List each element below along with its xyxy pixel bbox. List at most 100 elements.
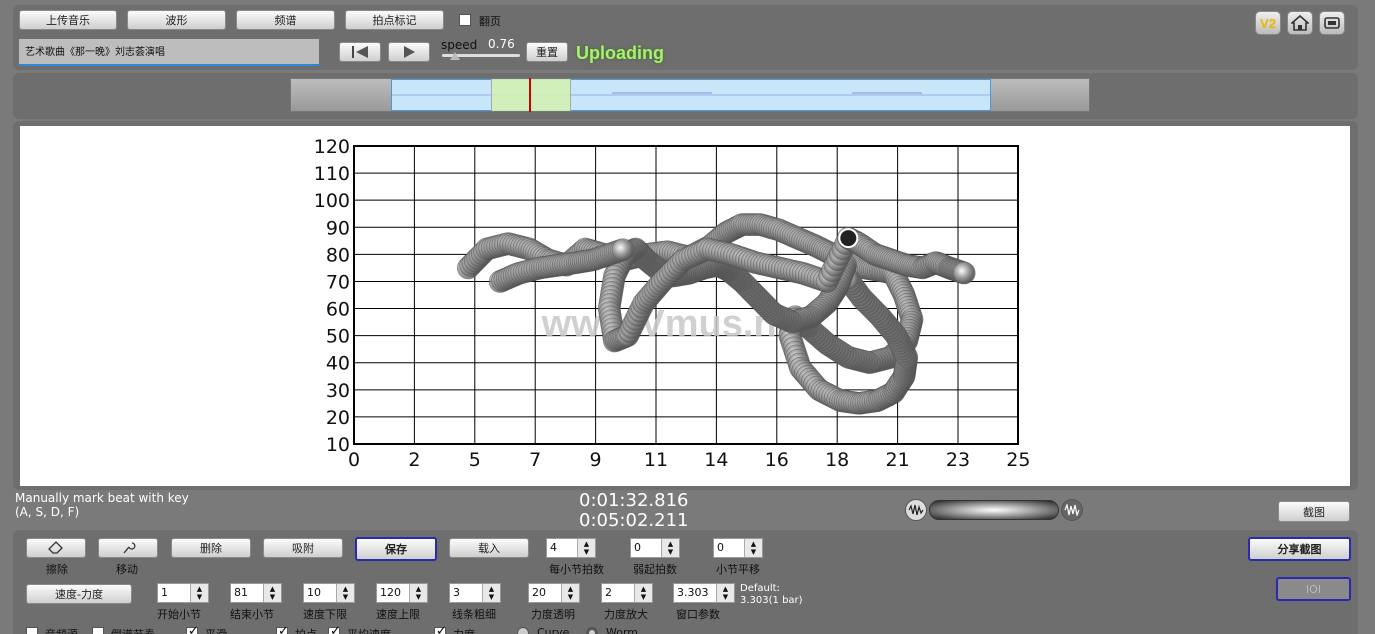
- cepstrum-checkbox[interactable]: [92, 627, 104, 634]
- spectrum-button[interactable]: 频谱: [236, 10, 335, 30]
- default-line-1: Default:: [740, 583, 780, 594]
- overview-visible-region[interactable]: [391, 79, 991, 111]
- line-width-stepper[interactable]: 3 ▲ ▼: [449, 583, 501, 603]
- load-button[interactable]: 载入: [449, 538, 529, 558]
- eraser-icon: [48, 541, 63, 554]
- overview-track[interactable]: [290, 78, 1090, 112]
- beat-label: 拍点: [295, 626, 317, 634]
- window-param-stepper[interactable]: 3.303 ▲ ▼: [673, 583, 735, 603]
- dynamic-checkbox[interactable]: [434, 624, 447, 634]
- start-bar-label: 开始小节: [157, 608, 201, 621]
- y-tick-label: 10: [326, 434, 350, 456]
- play-button[interactable]: [388, 42, 430, 62]
- end-bar-label: 结束小节: [230, 608, 274, 621]
- tempo-min-stepper[interactable]: 10 ▲ ▼: [303, 583, 355, 603]
- upload-music-button[interactable]: 上传音乐: [19, 10, 117, 30]
- x-tick-label: 25: [1006, 449, 1030, 471]
- beats-per-bar-stepper[interactable]: 4 ▲ ▼: [546, 538, 596, 558]
- x-tick-label: 23: [946, 449, 970, 471]
- y-tick-label: 70: [326, 271, 350, 293]
- fullscreen-button[interactable]: [1319, 11, 1345, 35]
- save-button[interactable]: 保存: [355, 537, 437, 561]
- song-title-text: 艺术歌曲《那一晚》刘志荟演唱: [25, 47, 165, 58]
- x-tick-label: 18: [825, 449, 849, 471]
- plot-frame: [353, 145, 1019, 445]
- audio-source-checkbox[interactable]: [26, 627, 38, 634]
- avg-tempo-label: 平均速度: [347, 626, 391, 634]
- page-turn-checkbox[interactable]: [459, 14, 471, 26]
- window-param-label: 窗口参数: [676, 608, 720, 621]
- audio-source-label: 音频源: [45, 626, 78, 634]
- smooth-checkbox[interactable]: [186, 624, 199, 634]
- curve-radio[interactable]: [517, 627, 529, 634]
- current-time: 0:01:32.816: [579, 490, 689, 511]
- adsorb-button[interactable]: 吸附: [263, 538, 343, 558]
- ioi-button[interactable]: IOI: [1276, 577, 1351, 601]
- upbeat-label: 弱起拍数: [633, 563, 677, 576]
- bar-shift-stepper[interactable]: 0 ▲ ▼: [713, 538, 763, 558]
- worm-label: Worm: [606, 626, 639, 634]
- rewind-button[interactable]: [339, 42, 381, 62]
- hint-line-1: Manually mark beat with key: [15, 491, 189, 505]
- volume-bar[interactable]: [929, 500, 1059, 520]
- x-tick-label: 5: [469, 449, 481, 471]
- y-tick-label: 60: [326, 299, 350, 321]
- speed-slider-thumb[interactable]: [450, 52, 460, 60]
- dynamic-alpha-stepper[interactable]: 20 ▲ ▼: [528, 583, 580, 603]
- x-tick-label: 7: [529, 449, 541, 471]
- dynamic-zoom-label: 力度放大: [604, 608, 648, 621]
- end-bar-stepper[interactable]: 81 ▲ ▼: [230, 583, 282, 603]
- v2-badge[interactable]: V2: [1255, 11, 1281, 35]
- y-tick-label: 90: [326, 217, 350, 239]
- hint-line-2: (A, S, D, F): [15, 505, 80, 519]
- beats-per-bar-label: 每小节拍数: [549, 563, 604, 576]
- x-tick-label: 9: [590, 449, 602, 471]
- worm-radio[interactable]: [586, 627, 598, 634]
- move-button[interactable]: [98, 538, 158, 558]
- delete-button[interactable]: 删除: [171, 538, 251, 558]
- erase-label: 擦除: [46, 563, 68, 576]
- tempo-dynamic-mode-button[interactable]: 速度-力度: [26, 584, 132, 604]
- beat-mark-button[interactable]: 拍点标记: [345, 10, 444, 30]
- y-tick-label: 120: [314, 136, 350, 158]
- erase-button[interactable]: [26, 538, 86, 558]
- start-bar-stepper[interactable]: 1 ▲ ▼: [157, 583, 209, 603]
- dynamic-zoom-stepper[interactable]: 2 ▲ ▼: [601, 583, 653, 603]
- speed-slider[interactable]: [442, 52, 520, 60]
- upbeat-stepper[interactable]: 0 ▲ ▼: [630, 538, 680, 558]
- song-title-field[interactable]: 艺术歌曲《那一晚》刘志荟演唱: [19, 39, 319, 66]
- playhead-marker[interactable]: [529, 78, 531, 112]
- tempo-min-label: 速度下限: [303, 608, 347, 621]
- tempo-max-label: 速度上限: [376, 608, 420, 621]
- overview-window[interactable]: [491, 79, 571, 111]
- tempo-max-stepper[interactable]: 120 ▲ ▼: [376, 583, 428, 603]
- reset-button[interactable]: 重置: [526, 42, 568, 62]
- bar-shift-label: 小节平移: [716, 563, 760, 576]
- screen-icon: [1324, 17, 1340, 29]
- volume-control[interactable]: [905, 499, 1083, 523]
- share-screenshot-button[interactable]: 分享截图: [1248, 537, 1351, 561]
- screenshot-button[interactable]: 截图: [1278, 501, 1350, 522]
- curve-label: Curve: [537, 626, 570, 634]
- y-tick-label: 30: [326, 380, 350, 402]
- play-icon: [404, 46, 415, 58]
- beat-checkbox[interactable]: [276, 624, 289, 634]
- waveform-button[interactable]: 波形: [127, 10, 226, 30]
- waveform-large-icon[interactable]: [1061, 499, 1083, 521]
- x-tick-label: 14: [704, 449, 728, 471]
- smooth-label: 平滑: [205, 626, 227, 634]
- dynamic-alpha-label: 力度透明: [531, 608, 575, 621]
- worm-point: [611, 238, 635, 261]
- tempo-dynamic-chart: 1020304050607080901001101200 2 5 7 9 11 14 16 18…: [314, 136, 1031, 471]
- x-tick-label: 16: [765, 449, 789, 471]
- waveform-small-icon[interactable]: [905, 499, 927, 521]
- avg-tempo-checkbox[interactable]: [328, 624, 341, 634]
- home-button[interactable]: [1287, 11, 1313, 35]
- x-tick-label: 21: [886, 449, 910, 471]
- dynamic-label: 力度: [453, 626, 475, 634]
- move-label: 移动: [116, 563, 138, 576]
- page-turn-label: 翻页: [479, 15, 501, 28]
- worm-point: [952, 261, 976, 285]
- x-tick-label: 2: [408, 449, 420, 471]
- x-tick-label: 11: [644, 449, 668, 471]
